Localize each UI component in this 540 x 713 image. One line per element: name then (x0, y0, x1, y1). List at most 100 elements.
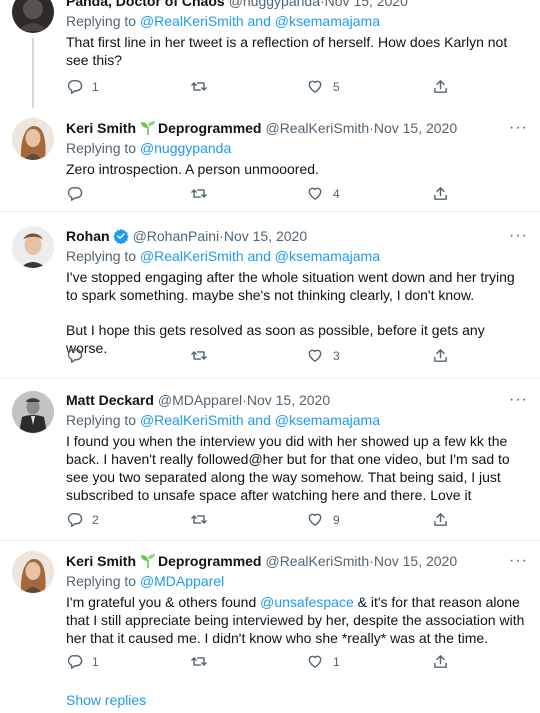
reply-count: 1 (92, 79, 99, 94)
like-button[interactable]: 4 (306, 185, 340, 202)
more-options-button[interactable]: ··· (509, 391, 528, 409)
tweet-date[interactable]: Nov 15, 2020 (325, 0, 408, 10)
reply-count: 1 (92, 654, 99, 669)
user-handle[interactable]: @RealKeriSmith (265, 119, 369, 137)
heart-icon (308, 349, 322, 362)
tweet-paragraph: I found you when the interview you did w… (66, 433, 510, 503)
retweet-button[interactable] (190, 347, 217, 364)
like-button[interactable]: 5 (306, 78, 340, 95)
tweet[interactable]: Keri Smith Deprogrammed @RealKeriSmith ·… (0, 108, 540, 212)
display-name[interactable]: Panda, Doctor of Chaos (66, 0, 225, 10)
heart-icon (308, 80, 322, 93)
tweet-text: I found you when the interview you did w… (66, 432, 528, 504)
replying-to-users[interactable]: @nuggypanda (140, 140, 231, 156)
tweet-paragraph: I'm grateful you & others found @unsafes… (66, 593, 528, 647)
tweet-actions: 3 (66, 347, 456, 367)
retweet-button[interactable] (190, 78, 217, 95)
tweet-date[interactable]: Nov 15, 2020 (374, 552, 457, 570)
tweet-actions: 2 9 (66, 511, 456, 531)
tweet-text: That first line in her tweet is a reflec… (66, 33, 528, 69)
like-button[interactable]: 1 (306, 653, 340, 670)
like-button[interactable]: 3 (306, 347, 340, 364)
tweet-actions: 1 1 (66, 653, 456, 673)
replying-to: Replying to @MDApparel (66, 572, 528, 590)
name-badge-text: Deprogrammed (158, 120, 262, 136)
avatar[interactable] (12, 391, 54, 433)
retweet-button[interactable] (190, 511, 217, 528)
replying-to-users[interactable]: @RealKeriSmith and @ksemamajama (140, 412, 380, 428)
share-button[interactable] (432, 347, 449, 364)
user-handle[interactable]: @MDApparel (158, 391, 242, 409)
tweet-paragraph: That first line in her tweet is a reflec… (66, 34, 508, 68)
tweet-actions: 1 5 (66, 78, 456, 98)
retweet-button[interactable] (190, 185, 217, 202)
tweet-header: Rohan @RohanPaini · Nov 15, 2020 (66, 227, 528, 245)
share-icon (434, 80, 447, 93)
like-count: 5 (333, 79, 340, 94)
display-name[interactable]: Keri Smith (66, 552, 136, 570)
replying-to-users[interactable]: @RealKeriSmith and @ksemamajama (140, 13, 380, 29)
tweet-text: I'm grateful you & others found @unsafes… (66, 593, 528, 647)
sprout-icon (141, 554, 156, 568)
retweet-icon (191, 657, 207, 666)
share-button[interactable] (432, 185, 449, 202)
replying-to-users[interactable]: @MDApparel (140, 573, 224, 589)
retweet-button[interactable] (190, 653, 217, 670)
replying-to-prefix: Replying to (66, 140, 137, 156)
share-button[interactable] (432, 653, 449, 670)
heart-icon (308, 655, 322, 668)
mention-link[interactable]: @unsafespace (260, 594, 354, 610)
like-count: 9 (333, 512, 340, 527)
tweet[interactable]: Matt Deckard @MDApparel · Nov 15, 2020 ·… (0, 379, 540, 541)
display-name[interactable]: Matt Deckard (66, 391, 154, 409)
user-handle[interactable]: @nuggypanda (229, 0, 320, 10)
user-handle[interactable]: @RealKeriSmith (265, 552, 369, 570)
tweet-text-segment: I'm grateful you & others found (66, 594, 261, 610)
replying-to-prefix: Replying to (66, 248, 137, 264)
avatar[interactable] (12, 226, 54, 268)
replying-to-prefix: Replying to (66, 573, 137, 589)
tweet-header: Keri Smith Deprogrammed @RealKeriSmith ·… (66, 119, 528, 137)
tweet-text: Zero introspection. A person unmooored. (66, 160, 528, 178)
share-button[interactable] (432, 78, 449, 95)
avatar[interactable] (12, 551, 54, 593)
replying-to: Replying to @nuggypanda (66, 139, 528, 157)
reply-icon (67, 187, 83, 201)
reply-button[interactable]: 1 (66, 78, 99, 95)
replying-to-prefix: Replying to (66, 412, 137, 428)
tweet-date[interactable]: Nov 15, 2020 (374, 119, 457, 137)
reply-button[interactable] (66, 185, 92, 202)
reply-button[interactable]: 2 (66, 511, 99, 528)
more-options-button[interactable]: ··· (509, 227, 528, 245)
more-options-button[interactable]: ··· (509, 552, 528, 570)
tweet[interactable]: Panda, Doctor of Chaos @nuggypanda · Nov… (0, 0, 540, 108)
show-replies-link[interactable]: Show replies (66, 692, 146, 708)
tweet[interactable]: Rohan @RohanPaini · Nov 15, 2020 ··· Rep… (0, 212, 540, 379)
retweet-icon (191, 351, 207, 360)
share-icon (434, 655, 447, 668)
tweet-paragraph: I've stopped engaging after the whole si… (66, 269, 515, 303)
share-icon (434, 349, 447, 362)
sprout-icon (141, 121, 156, 135)
more-options-button[interactable]: ··· (509, 119, 528, 137)
reply-button[interactable]: 1 (66, 653, 99, 670)
tweet-text: I've stopped engaging after the whole si… (66, 268, 528, 357)
thread-line (32, 38, 34, 108)
tweet-date[interactable]: Nov 15, 2020 (247, 391, 330, 409)
replying-to: Replying to @RealKeriSmith and @ksemamaj… (66, 247, 528, 265)
replying-to: Replying to @RealKeriSmith and @ksemamaj… (66, 411, 528, 429)
avatar[interactable] (12, 118, 54, 160)
replying-to-users[interactable]: @RealKeriSmith and @ksemamajama (140, 248, 380, 264)
display-name[interactable]: Keri Smith (66, 119, 136, 137)
retweet-icon (191, 189, 207, 198)
avatar[interactable] (12, 0, 54, 33)
tweet-date[interactable]: Nov 15, 2020 (224, 227, 307, 245)
like-count: 1 (333, 654, 340, 669)
reply-button[interactable] (66, 347, 92, 364)
share-icon (434, 187, 447, 200)
user-handle[interactable]: @RohanPaini (133, 227, 220, 245)
tweet[interactable]: Keri Smith Deprogrammed @RealKeriSmith ·… (0, 541, 540, 713)
share-button[interactable] (432, 511, 449, 528)
display-name[interactable]: Rohan (66, 227, 110, 245)
like-button[interactable]: 9 (306, 511, 340, 528)
